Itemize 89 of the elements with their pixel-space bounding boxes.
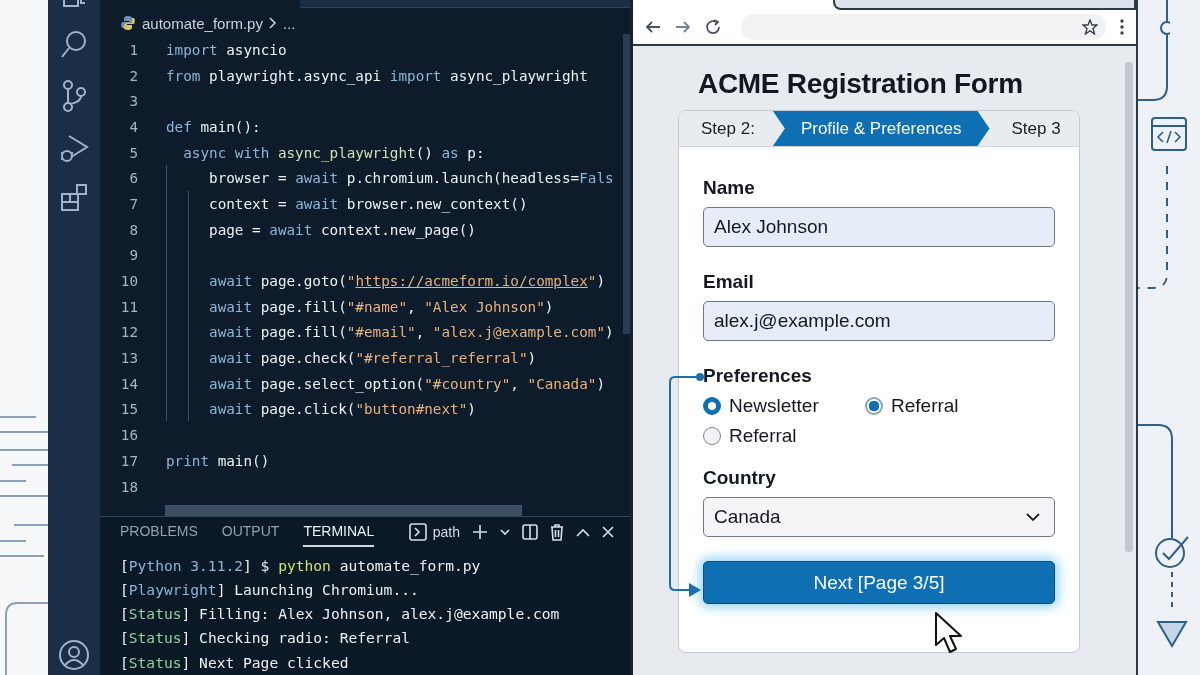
step-tab[interactable]: Step 3	[989, 111, 1079, 146]
extensions-icon[interactable]	[60, 184, 88, 212]
line-number: 3	[128, 93, 139, 110]
code-line: await page.click("button#next")	[208, 401, 476, 418]
triangle-icon	[1156, 620, 1188, 648]
python-file-icon	[120, 15, 136, 31]
panel-tab[interactable]: PROBLEMS	[120, 517, 198, 548]
line-number: 16	[119, 427, 139, 444]
line-number: 1	[128, 41, 139, 58]
terminal-line: [Python 3.11.2] $ python automate_form.py	[120, 555, 482, 577]
terminal-line: [Status] Next Page clicked	[120, 652, 350, 673]
forward-icon[interactable]	[675, 20, 691, 34]
code-line: await page.fill("#email", "alex.j@example.com")	[208, 324, 614, 341]
panel-tab[interactable]: TERMINAL	[303, 517, 375, 548]
chevron-down-icon	[1026, 512, 1040, 522]
split-icon[interactable]	[522, 524, 538, 541]
line-number: 11	[119, 298, 139, 315]
line-number: 2	[128, 67, 139, 84]
radio-button[interactable]	[703, 427, 721, 445]
terminal-line: [Status] Filling: Alex Johnson, alex.j@example.com	[120, 604, 561, 625]
text-field[interactable]: Alex Johnson	[703, 207, 1055, 247]
line-number: 18	[119, 478, 139, 495]
dropdown-value: Canada	[714, 506, 781, 528]
line-number: 5	[128, 144, 139, 161]
star-icon[interactable]	[1082, 19, 1098, 35]
code-line: import asyncio	[166, 41, 287, 58]
radio-label: Referral	[729, 425, 797, 447]
terminal-icon[interactable]	[408, 523, 427, 542]
line-number: 13	[119, 350, 139, 367]
plus-icon[interactable]	[472, 524, 488, 541]
shell-name[interactable]: path	[432, 524, 460, 541]
line-number: 14	[119, 375, 139, 392]
line-number: 6	[128, 170, 139, 187]
line-number: 8	[128, 221, 139, 238]
form-title: ACME Registration Form	[698, 68, 1024, 100]
trash-icon[interactable]	[550, 523, 564, 541]
chevron-up-icon[interactable]	[576, 527, 590, 537]
code-window-icon	[1151, 117, 1187, 151]
step-tab[interactable]: Profile & Preferences	[772, 111, 990, 146]
code-line: context = await browser.new_context()	[208, 195, 528, 212]
step-tab[interactable]: Step 2:	[679, 111, 773, 146]
code-line: await page.select_option("#country", "Canada")	[208, 375, 605, 392]
radio-label: Referral	[891, 395, 959, 417]
line-number: 9	[128, 247, 139, 264]
line-number: 15	[119, 401, 139, 418]
code-line: def main():	[166, 118, 261, 135]
code-line: await page.fill("#name", "Alex Johnson")	[208, 298, 554, 315]
scrollbar[interactable]	[623, 34, 630, 334]
code-line: await page.check("#referral_referral")	[208, 350, 537, 367]
menu-icon[interactable]	[1120, 19, 1124, 35]
text-field[interactable]: alex.j@example.com	[703, 301, 1055, 341]
field-label: Name	[703, 177, 756, 199]
line-number: 12	[119, 324, 139, 341]
code-line: from playwright.async_api import async_playwright	[166, 67, 588, 84]
account-icon[interactable]	[58, 639, 90, 671]
panel-tab[interactable]: OUTPUT	[221, 517, 280, 548]
radio-label: Newsletter	[729, 395, 819, 417]
code-line: browser = await p.chromium.launch(headless=Fals	[208, 170, 614, 187]
line-number: 7	[128, 195, 139, 212]
code-line: print main()	[166, 452, 270, 469]
back-icon[interactable]	[645, 20, 661, 34]
line-number: 17	[119, 452, 139, 469]
browser-tab[interactable]	[833, 0, 1136, 10]
chevron-icon	[268, 17, 277, 29]
chevron-down-icon[interactable]	[500, 528, 510, 537]
code-line: page = await context.new_page()	[208, 221, 476, 238]
radio-button[interactable]	[865, 397, 883, 415]
field-label: Preferences	[703, 365, 813, 387]
scrollbar[interactable]	[1125, 62, 1133, 552]
terminal-line: [Status] Checking radio: Referral	[120, 628, 411, 649]
search-icon[interactable]	[60, 30, 88, 60]
code-line: async with async_playwright() as p:	[182, 144, 485, 161]
line-number: 10	[119, 273, 139, 290]
source-control-icon[interactable]	[62, 80, 86, 112]
code-line: await page.goto("https://acmeform.io/complex")	[208, 273, 605, 290]
next-button[interactable]: Next [Page 3/5]	[703, 561, 1055, 604]
terminal-line: [Playwright] Launching Chromium...	[120, 579, 420, 600]
run-debug-icon[interactable]	[59, 132, 89, 164]
close-icon[interactable]	[602, 526, 614, 539]
field-label: Email	[703, 271, 755, 293]
reload-icon[interactable]	[705, 19, 721, 35]
line-number: 4	[128, 118, 139, 135]
field-label: Country	[703, 467, 777, 489]
files-icon[interactable]	[61, 0, 87, 10]
dropdown[interactable]: Canada	[703, 497, 1055, 537]
breadcrumb-more[interactable]: ...	[282, 14, 296, 32]
breadcrumb-file[interactable]: automate_form.py	[142, 14, 263, 32]
scrollbar[interactable]	[165, 505, 522, 516]
radio-button[interactable]	[703, 397, 721, 415]
